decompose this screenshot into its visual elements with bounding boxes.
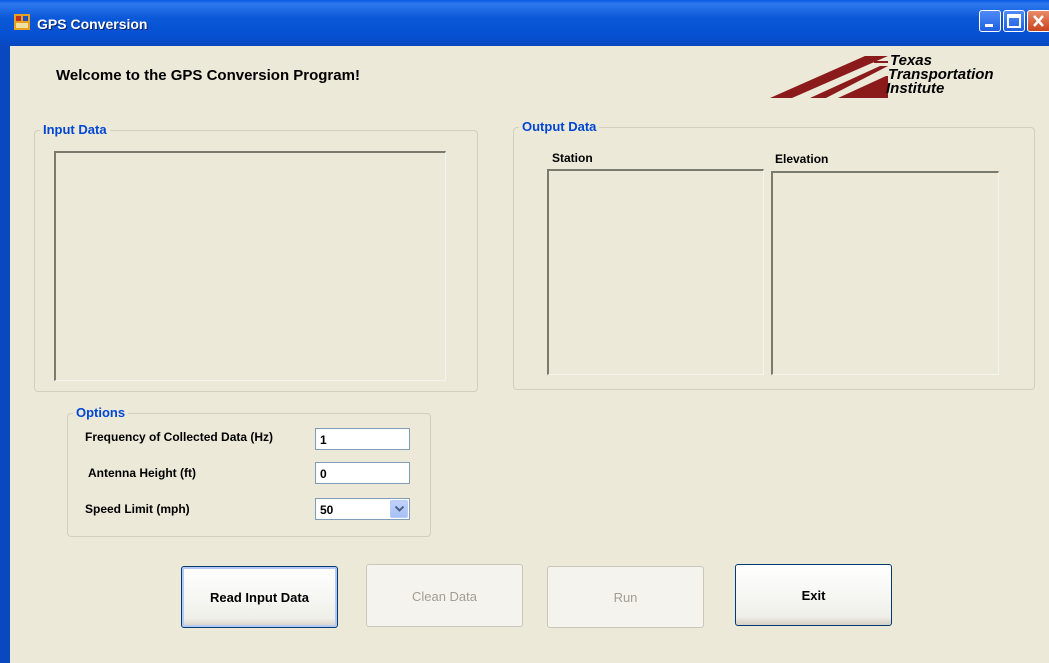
output-data-label: Output Data	[519, 119, 600, 134]
speed-limit-value: 50	[320, 503, 334, 517]
input-data-label: Input Data	[40, 122, 110, 137]
run-button[interactable]: Run	[547, 566, 704, 628]
input-data-group: Input Data	[34, 122, 478, 392]
minimize-button[interactable]	[979, 10, 1001, 32]
frequency-label: Frequency of Collected Data (Hz)	[85, 430, 274, 444]
close-button[interactable]	[1027, 10, 1049, 32]
frequency-input[interactable]: 1	[315, 428, 410, 450]
elevation-textbox[interactable]	[771, 171, 999, 375]
options-label: Options	[73, 405, 129, 420]
speed-limit-label: Speed Limit (mph)	[85, 502, 190, 516]
window-title: GPS Conversion	[37, 16, 148, 32]
clean-data-button[interactable]: Clean Data	[366, 564, 523, 627]
antenna-height-input[interactable]: 0	[315, 462, 410, 484]
maximize-button[interactable]	[1003, 10, 1025, 32]
antenna-height-label: Antenna Height (ft)	[88, 466, 196, 480]
title-bar[interactable]: GPS Conversion	[0, 0, 1049, 46]
input-data-textbox[interactable]	[54, 151, 446, 381]
speed-limit-select[interactable]: 50	[315, 498, 410, 520]
output-data-group: Output Data Station Elevation	[513, 119, 1035, 390]
exit-button[interactable]: Exit	[735, 564, 892, 626]
chevron-down-icon[interactable]	[390, 500, 408, 518]
logo-line-3: Institute	[886, 80, 945, 97]
tti-logo: Texas Transportation Institute	[770, 52, 1040, 107]
app-icon	[14, 14, 30, 30]
elevation-label: Elevation	[775, 152, 829, 166]
window-left-border	[0, 46, 10, 663]
welcome-heading: Welcome to the GPS Conversion Program!	[56, 67, 360, 84]
read-input-data-button[interactable]: Read Input Data	[181, 566, 338, 628]
station-textbox[interactable]	[547, 169, 764, 375]
station-label: Station	[552, 151, 593, 165]
options-group: Options Frequency of Collected Data (Hz)…	[67, 405, 431, 537]
